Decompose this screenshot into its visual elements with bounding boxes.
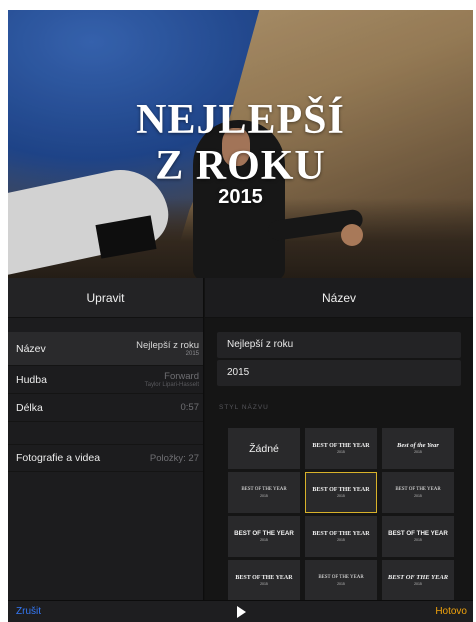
style-tile[interactable]: BEST OF THE YEAR 2015	[228, 560, 300, 601]
preview-title-line2: Z ROKU	[155, 143, 326, 189]
style-tile-year: 2015	[260, 538, 268, 543]
style-tile[interactable]: BEST OF THE YEAR 2015	[228, 472, 300, 513]
row-music-value-group: Forward Taylor Lipari-Hasselt	[145, 371, 199, 388]
row-title-label: Název	[16, 342, 46, 355]
style-tile[interactable]: BEST OF THE YEAR 2015	[305, 516, 377, 557]
style-tile-year: 2015	[337, 538, 345, 543]
style-tile-year: 2015	[337, 582, 345, 587]
style-tile-text: BEST OF THE YEAR	[312, 486, 370, 493]
style-tile-text: Best of the Year	[397, 441, 439, 449]
style-tile-text: BEST OF THE YEAR	[318, 574, 364, 580]
row-music-value: Forward	[164, 371, 199, 382]
row-length-value: 0:57	[180, 402, 200, 413]
row-music[interactable]: Hudba Forward Taylor Lipari-Hasselt	[8, 366, 203, 394]
title-preview: NEJLEPŠÍ Z ROKU 2015	[8, 10, 473, 278]
title-panel: Název Nejlepší z roku 2015 STYL NÁZVU Žá…	[205, 278, 473, 601]
row-title-sub: 2015	[185, 351, 199, 357]
style-tile-year: 2015	[260, 582, 268, 587]
style-tile-year: 2015	[414, 494, 422, 499]
row-media-label: Fotografie a videa	[16, 452, 101, 464]
style-tile-text: BEST OF THE YEAR	[234, 529, 294, 537]
style-tile-selected[interactable]: BEST OF THE YEAR 2015	[305, 472, 377, 513]
row-title-value: Nejlepší z roku	[136, 340, 199, 351]
style-tile-year: 2015	[414, 582, 422, 587]
style-tile-text: BEST OF THE YEAR	[312, 442, 370, 449]
row-media-value: Položky: 27	[149, 452, 199, 464]
style-tile-text: BEST OF THE YEAR	[235, 574, 293, 581]
style-tile[interactable]: BEST OF THE YEAR 2015	[305, 428, 377, 469]
title-text-field[interactable]: Nejlepší z roku	[217, 332, 461, 358]
style-tile-year: 2015	[337, 494, 345, 499]
row-title[interactable]: Název Nejlepší z roku 2015	[8, 332, 203, 366]
preview-year: 2015	[218, 186, 263, 208]
style-tile-text: BEST OF THE YEAR	[388, 529, 448, 537]
title-style-label: STYL NÁZVU	[219, 404, 269, 411]
style-tile[interactable]: BEST OF THE YEAR 2015	[382, 560, 454, 601]
row-title-value-group: Nejlepší z roku 2015	[136, 340, 199, 357]
style-tile[interactable]: BEST OF THE YEAR 2015	[228, 516, 300, 557]
style-tile[interactable]: BEST OF THE YEAR 2015	[382, 516, 454, 557]
app-screen: NEJLEPŠÍ Z ROKU 2015 Upravit Název Nejle…	[8, 10, 473, 622]
done-button[interactable]: Hotovo	[435, 606, 467, 617]
preview-title-line1: NEJLEPŠÍ	[136, 97, 345, 143]
style-tile-none[interactable]: Žádné	[228, 428, 300, 469]
subtitle-text-field[interactable]: 2015	[217, 360, 461, 386]
style-tile-text: BEST OF THE YEAR	[387, 573, 449, 581]
style-none-label: Žádné	[249, 442, 279, 455]
row-music-sub: Taylor Lipari-Hasselt	[144, 382, 199, 388]
play-icon[interactable]	[237, 606, 246, 618]
edit-list: Název Nejlepší z roku 2015 Hudba Forward…	[8, 332, 203, 472]
style-tile-text: BEST OF THE YEAR	[241, 486, 287, 492]
style-tile-year: 2015	[414, 538, 422, 543]
edit-panel: Upravit Název Nejlepší z roku 2015 Hudba…	[8, 278, 204, 600]
style-tile-text: BEST OF THE YEAR	[312, 530, 370, 537]
row-music-label: Hudba	[16, 373, 47, 386]
style-tile-text: BEST OF THE YEAR	[395, 486, 441, 492]
edit-panel-header: Upravit	[8, 278, 203, 318]
title-panel-header: Název	[205, 278, 473, 318]
cancel-button[interactable]: Zrušit	[16, 606, 41, 617]
style-tile[interactable]: BEST OF THE YEAR 2015	[382, 472, 454, 513]
row-length-label: Délka	[16, 401, 43, 414]
row-length[interactable]: Délka 0:57	[8, 394, 203, 422]
style-tile[interactable]: Best of the Year 2015	[382, 428, 454, 469]
style-tile-year: 2015	[260, 494, 268, 499]
style-tile-year: 2015	[414, 450, 422, 455]
bottom-toolbar: Zrušit Hotovo	[8, 600, 473, 622]
title-style-grid: Žádné BEST OF THE YEAR 2015 Best of the …	[228, 428, 459, 601]
row-media[interactable]: Fotografie a videa Položky: 27	[8, 444, 203, 472]
style-tile[interactable]: BEST OF THE YEAR 2015	[305, 560, 377, 601]
style-tile-year: 2015	[337, 450, 345, 455]
